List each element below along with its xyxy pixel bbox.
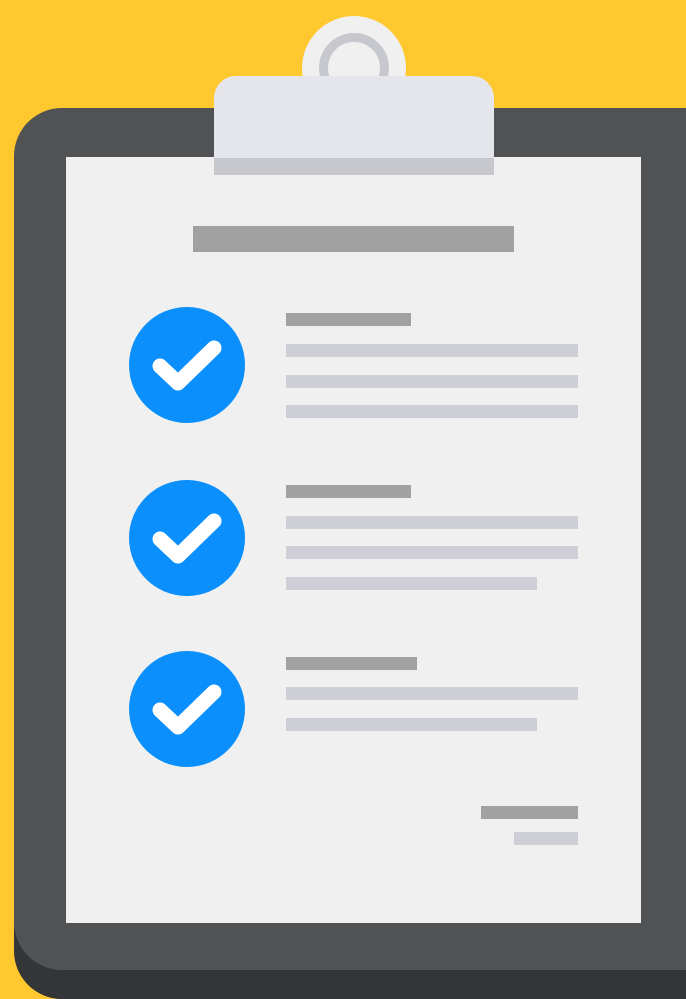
- checkmark-icon: [152, 513, 222, 564]
- title-placeholder: [193, 226, 514, 252]
- item-line-placeholder: [286, 718, 537, 731]
- check-circle-icon: [129, 307, 245, 423]
- item-line-placeholder: [286, 577, 537, 590]
- clipboard-clip-icon: [214, 76, 494, 158]
- item-line-placeholder: [286, 375, 578, 388]
- item-line-placeholder: [286, 344, 578, 357]
- signature-placeholder: [481, 806, 578, 819]
- item-heading-placeholder: [286, 313, 411, 326]
- date-placeholder: [514, 832, 578, 845]
- checkmark-icon: [152, 684, 222, 735]
- clipboard-illustration: [0, 0, 686, 999]
- item-line-placeholder: [286, 516, 578, 529]
- check-circle-icon: [129, 651, 245, 767]
- item-heading-placeholder: [286, 485, 411, 498]
- clip-shade: [214, 158, 494, 175]
- item-line-placeholder: [286, 405, 578, 418]
- item-line-placeholder: [286, 546, 578, 559]
- check-circle-icon: [129, 480, 245, 596]
- checkmark-icon: [152, 340, 222, 391]
- item-line-placeholder: [286, 687, 578, 700]
- item-heading-placeholder: [286, 657, 417, 670]
